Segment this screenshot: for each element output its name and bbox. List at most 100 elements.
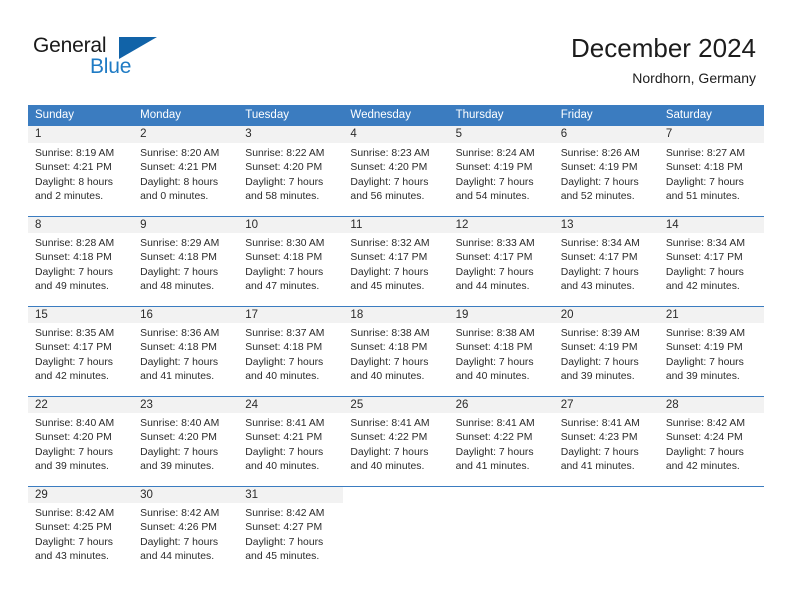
day-cell-empty bbox=[448, 486, 554, 576]
sunset-text: Sunset: 4:27 PM bbox=[245, 522, 323, 534]
day-cell[interactable]: 4 Sunrise: 8:23 AM Sunset: 4:20 PM Dayli… bbox=[343, 126, 449, 216]
day-cell[interactable]: 23 Sunrise: 8:40 AM Sunset: 4:20 PM Dayl… bbox=[133, 396, 239, 486]
general-blue-logo[interactable]: General Blue bbox=[33, 34, 233, 84]
day-info: Sunrise: 8:42 AM Sunset: 4:25 PM Dayligh… bbox=[28, 503, 133, 564]
daylight-text-line1: Daylight: 8 hours bbox=[140, 176, 219, 188]
day-cell-empty bbox=[343, 486, 449, 576]
daylight-text-line1: Daylight: 7 hours bbox=[35, 536, 113, 548]
day-cell[interactable]: 7 Sunrise: 8:27 AM Sunset: 4:18 PM Dayli… bbox=[658, 126, 764, 216]
day-number: 16 bbox=[133, 306, 239, 323]
daylight-text-line1: Daylight: 7 hours bbox=[245, 176, 324, 188]
day-cell[interactable]: 21 Sunrise: 8:39 AM Sunset: 4:19 PM Dayl… bbox=[658, 306, 764, 396]
daylight-text-line2: and 40 minutes. bbox=[350, 370, 425, 382]
day-cell[interactable]: 30 Sunrise: 8:42 AM Sunset: 4:26 PM Dayl… bbox=[133, 486, 239, 576]
sunrise-text: Sunrise: 8:38 AM bbox=[455, 328, 535, 339]
day-cell[interactable]: 2 Sunrise: 8:20 AM Sunset: 4:21 PM Dayli… bbox=[133, 126, 239, 216]
sunrise-text: Sunrise: 8:39 AM bbox=[560, 328, 640, 339]
day-number: 3 bbox=[238, 126, 344, 143]
daylight-text-line1: Daylight: 7 hours bbox=[665, 266, 744, 278]
table-cell: 13 Sunrise: 8:34 AM Sunset: 4:17 PM Dayl… bbox=[553, 216, 659, 306]
day-cell[interactable]: 22 Sunrise: 8:40 AM Sunset: 4:20 PM Dayl… bbox=[28, 396, 134, 486]
day-cell[interactable]: 28 Sunrise: 8:42 AM Sunset: 4:24 PM Dayl… bbox=[658, 396, 764, 486]
week-row: 1 Sunrise: 8:19 AM Sunset: 4:21 PM Dayli… bbox=[28, 126, 764, 216]
day-cell[interactable]: 29 Sunrise: 8:42 AM Sunset: 4:25 PM Dayl… bbox=[28, 486, 134, 576]
day-cell[interactable]: 12 Sunrise: 8:33 AM Sunset: 4:17 PM Dayl… bbox=[448, 216, 554, 306]
day-cell[interactable]: 8 Sunrise: 8:28 AM Sunset: 4:18 PM Dayli… bbox=[28, 216, 134, 306]
sunset-text: Sunset: 4:21 PM bbox=[245, 432, 323, 444]
table-cell: 20 Sunrise: 8:39 AM Sunset: 4:19 PM Dayl… bbox=[553, 306, 659, 396]
sunrise-text: Sunrise: 8:32 AM bbox=[350, 238, 430, 249]
daylight-text-line2: and 40 minutes. bbox=[350, 460, 425, 472]
day-info: Sunrise: 8:29 AM Sunset: 4:18 PM Dayligh… bbox=[133, 233, 238, 294]
table-cell: 3 Sunrise: 8:22 AM Sunset: 4:20 PM Dayli… bbox=[238, 126, 344, 216]
daylight-text-line2: and 40 minutes. bbox=[455, 370, 530, 382]
day-cell[interactable]: 13 Sunrise: 8:34 AM Sunset: 4:17 PM Dayl… bbox=[553, 216, 659, 306]
sunset-text: Sunset: 4:24 PM bbox=[665, 432, 743, 444]
day-cell[interactable]: 25 Sunrise: 8:41 AM Sunset: 4:22 PM Dayl… bbox=[343, 396, 449, 486]
table-cell bbox=[553, 486, 659, 576]
daylight-text-line2: and 44 minutes. bbox=[140, 550, 215, 562]
title-block: December 2024 Nordhorn, Germany bbox=[571, 32, 756, 88]
day-cell[interactable]: 14 Sunrise: 8:34 AM Sunset: 4:17 PM Dayl… bbox=[658, 216, 764, 306]
day-info: Sunrise: 8:32 AM Sunset: 4:17 PM Dayligh… bbox=[343, 233, 448, 294]
daylight-text-line1: Daylight: 7 hours bbox=[140, 356, 219, 368]
day-info: Sunrise: 8:41 AM Sunset: 4:21 PM Dayligh… bbox=[238, 413, 343, 474]
day-info: Sunrise: 8:23 AM Sunset: 4:20 PM Dayligh… bbox=[343, 143, 448, 204]
day-cell[interactable]: 3 Sunrise: 8:22 AM Sunset: 4:20 PM Dayli… bbox=[238, 126, 344, 216]
sunset-text: Sunset: 4:19 PM bbox=[560, 342, 638, 354]
table-cell: 2 Sunrise: 8:20 AM Sunset: 4:21 PM Dayli… bbox=[133, 126, 239, 216]
sunrise-text: Sunrise: 8:41 AM bbox=[560, 418, 640, 429]
sunrise-text: Sunrise: 8:41 AM bbox=[455, 418, 535, 429]
sunrise-text: Sunrise: 8:41 AM bbox=[245, 418, 325, 429]
sunrise-text: Sunrise: 8:24 AM bbox=[455, 148, 535, 159]
weekday-header-sunday: Sunday bbox=[28, 105, 134, 126]
daylight-text-line1: Daylight: 7 hours bbox=[455, 176, 534, 188]
week-row: 29 Sunrise: 8:42 AM Sunset: 4:25 PM Dayl… bbox=[28, 486, 764, 576]
sunset-text: Sunset: 4:22 PM bbox=[350, 432, 428, 444]
sunset-text: Sunset: 4:17 PM bbox=[350, 252, 428, 264]
day-cell[interactable]: 19 Sunrise: 8:38 AM Sunset: 4:18 PM Dayl… bbox=[448, 306, 554, 396]
week-row: 8 Sunrise: 8:28 AM Sunset: 4:18 PM Dayli… bbox=[28, 216, 764, 306]
day-cell[interactable]: 31 Sunrise: 8:42 AM Sunset: 4:27 PM Dayl… bbox=[238, 486, 344, 576]
day-info: Sunrise: 8:26 AM Sunset: 4:19 PM Dayligh… bbox=[554, 143, 659, 204]
day-cell[interactable]: 17 Sunrise: 8:37 AM Sunset: 4:18 PM Dayl… bbox=[238, 306, 344, 396]
day-cell[interactable]: 6 Sunrise: 8:26 AM Sunset: 4:19 PM Dayli… bbox=[553, 126, 659, 216]
day-cell[interactable]: 1 Sunrise: 8:19 AM Sunset: 4:21 PM Dayli… bbox=[28, 126, 134, 216]
sunset-text: Sunset: 4:17 PM bbox=[35, 342, 112, 354]
day-cell[interactable]: 5 Sunrise: 8:24 AM Sunset: 4:19 PM Dayli… bbox=[448, 126, 554, 216]
day-cell[interactable]: 27 Sunrise: 8:41 AM Sunset: 4:23 PM Dayl… bbox=[553, 396, 659, 486]
day-number: 27 bbox=[553, 396, 659, 413]
table-cell: 14 Sunrise: 8:34 AM Sunset: 4:17 PM Dayl… bbox=[658, 216, 764, 306]
table-cell bbox=[343, 486, 449, 576]
sunrise-text: Sunrise: 8:19 AM bbox=[35, 148, 115, 159]
day-cell[interactable]: 16 Sunrise: 8:36 AM Sunset: 4:18 PM Dayl… bbox=[133, 306, 239, 396]
day-info: Sunrise: 8:24 AM Sunset: 4:19 PM Dayligh… bbox=[449, 143, 554, 204]
day-cell[interactable]: 24 Sunrise: 8:41 AM Sunset: 4:21 PM Dayl… bbox=[238, 396, 344, 486]
sunrise-text: Sunrise: 8:33 AM bbox=[455, 238, 535, 249]
table-cell: 26 Sunrise: 8:41 AM Sunset: 4:22 PM Dayl… bbox=[448, 396, 554, 486]
day-cell[interactable]: 18 Sunrise: 8:38 AM Sunset: 4:18 PM Dayl… bbox=[343, 306, 449, 396]
day-cell[interactable]: 26 Sunrise: 8:41 AM Sunset: 4:22 PM Dayl… bbox=[448, 396, 554, 486]
day-number: 26 bbox=[448, 396, 554, 413]
daylight-text-line1: Daylight: 7 hours bbox=[560, 176, 639, 188]
sunset-text: Sunset: 4:21 PM bbox=[140, 162, 217, 174]
daylight-text-line2: and 39 minutes. bbox=[35, 460, 109, 472]
calendar-body: 1 Sunrise: 8:19 AM Sunset: 4:21 PM Dayli… bbox=[28, 126, 764, 576]
day-number: 11 bbox=[343, 216, 449, 233]
daylight-text-line2: and 0 minutes. bbox=[140, 190, 209, 202]
sunset-text: Sunset: 4:20 PM bbox=[35, 432, 112, 444]
daylight-text-line2: and 43 minutes. bbox=[560, 280, 635, 292]
sunset-text: Sunset: 4:19 PM bbox=[560, 162, 638, 174]
day-info bbox=[659, 503, 764, 507]
sunrise-text: Sunrise: 8:37 AM bbox=[245, 328, 325, 339]
day-cell[interactable]: 11 Sunrise: 8:32 AM Sunset: 4:17 PM Dayl… bbox=[343, 216, 449, 306]
sunset-text: Sunset: 4:17 PM bbox=[665, 252, 743, 264]
daylight-text-line1: Daylight: 7 hours bbox=[665, 176, 744, 188]
day-cell[interactable]: 10 Sunrise: 8:30 AM Sunset: 4:18 PM Dayl… bbox=[238, 216, 344, 306]
day-cell[interactable]: 9 Sunrise: 8:29 AM Sunset: 4:18 PM Dayli… bbox=[133, 216, 239, 306]
day-info: Sunrise: 8:41 AM Sunset: 4:22 PM Dayligh… bbox=[449, 413, 554, 474]
day-number: 29 bbox=[28, 486, 134, 503]
day-info: Sunrise: 8:19 AM Sunset: 4:21 PM Dayligh… bbox=[28, 143, 133, 204]
day-cell[interactable]: 15 Sunrise: 8:35 AM Sunset: 4:17 PM Dayl… bbox=[28, 306, 134, 396]
day-cell[interactable]: 20 Sunrise: 8:39 AM Sunset: 4:19 PM Dayl… bbox=[553, 306, 659, 396]
